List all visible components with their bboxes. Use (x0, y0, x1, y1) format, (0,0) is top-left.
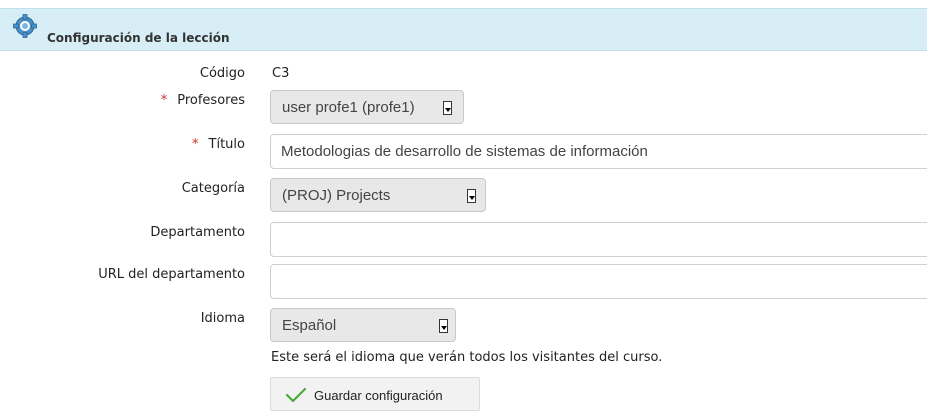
save-button-label: Guardar configuración (314, 388, 443, 403)
idioma-select[interactable]: Español (270, 308, 456, 342)
profesores-label: * Profesores (161, 93, 245, 108)
categoria-select[interactable]: (PROJ) Projects (270, 178, 486, 212)
idioma-selected: Español (282, 317, 337, 334)
required-marker: * (160, 93, 168, 108)
check-icon (285, 387, 307, 403)
profesores-select[interactable]: user profe1 (profe1) (270, 90, 464, 124)
section-header: Configuración de la lección (0, 8, 927, 51)
titulo-label: * Título (192, 137, 245, 152)
url-departamento-input[interactable] (270, 264, 927, 299)
titulo-label-text: Título (208, 137, 245, 152)
idioma-label: Idioma (200, 311, 245, 326)
chevron-down-icon[interactable] (443, 101, 452, 115)
save-button[interactable]: Guardar configuración (270, 377, 480, 411)
chevron-down-icon[interactable] (467, 189, 476, 203)
titulo-input[interactable]: Metodologias de desarrollo de sistemas d… (270, 134, 927, 169)
gear-icon (13, 14, 37, 38)
categoria-selected: (PROJ) Projects (282, 187, 391, 204)
profesores-label-text: Profesores (177, 93, 245, 108)
section-title: Configuración de la lección (47, 31, 230, 45)
categoria-label: Categoría (181, 181, 245, 196)
required-marker: * (192, 137, 199, 152)
codigo-label: Código (199, 66, 245, 81)
codigo-value: C3 (272, 66, 290, 81)
url-departamento-label: URL del departamento (98, 267, 245, 282)
idioma-help-text: Este será el idioma que verán todos los … (271, 350, 663, 365)
titulo-value: Metodologias de desarrollo de sistemas d… (281, 143, 648, 160)
departamento-label: Departamento (150, 225, 245, 240)
profesores-selected: user profe1 (profe1) (282, 99, 415, 116)
departamento-input[interactable] (270, 222, 927, 257)
chevron-down-icon[interactable] (439, 319, 448, 333)
